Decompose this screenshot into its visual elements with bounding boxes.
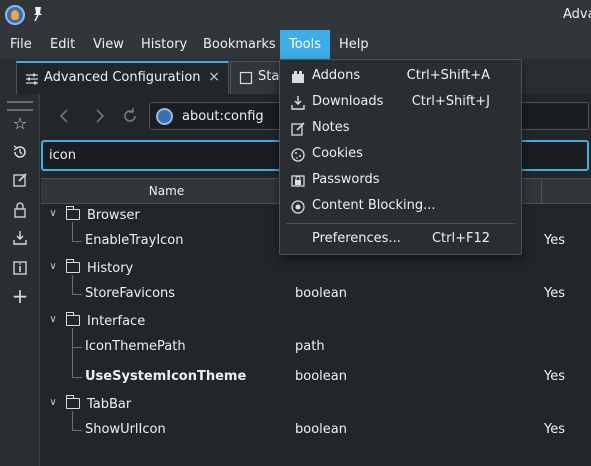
menu-item-label: Downloads [312,94,384,109]
menu-item-label: Content Blocking... [312,198,436,213]
menu-item-notes[interactable]: Notes [280,116,521,142]
drag-handle[interactable] [7,101,33,111]
menu-item-label: Addons [312,68,361,83]
folder-icon [65,395,80,409]
row-type: boolean [295,422,347,437]
folder-icon [65,259,80,273]
menu-item-addons[interactable]: Addons Ctrl+Shift+A [280,64,521,90]
menu-item-content-blocking[interactable]: Content Blocking... [280,194,521,220]
menu-item-label: Passwords [312,172,380,187]
menu-bar: File Edit View History Bookmarks Tools H… [0,30,591,59]
menu-item-shortcut: Ctrl+Shift+J [411,94,490,109]
search-value: icon [49,148,76,163]
info-icon[interactable] [11,259,29,277]
url-text: about:config [182,109,264,124]
page-icon [239,71,253,85]
menu-file[interactable]: File [1,30,41,59]
folder-icon [65,206,80,220]
row-name: Browser [87,208,140,223]
pin-icon[interactable] [31,6,45,22]
row-name: History [87,261,134,276]
row-value: Yes [544,422,565,437]
cookies-icon [291,148,305,162]
back-arrow-icon[interactable] [55,106,75,126]
falkon-logo-icon [5,5,25,25]
menu-item-passwords[interactable]: Passwords [280,168,521,194]
tree-row-showurlicon[interactable]: ShowUrlIcon boolean Yes [41,418,591,444]
tree-row-history[interactable]: ∨ History [41,257,591,283]
window-title: Adva [563,7,591,22]
menu-item-shortcut: Ctrl+F12 [431,231,490,246]
menu-item-cookies[interactable]: Cookies [280,142,521,168]
addons-icon [292,71,304,83]
menu-item-preferences[interactable]: Preferences... Ctrl+F12 [280,227,521,253]
row-value: Yes [544,369,565,384]
column-divider [541,179,542,203]
folder-icon [65,312,80,326]
history-icon[interactable] [11,143,29,161]
menu-bookmarks[interactable]: Bookmarks [194,30,285,59]
row-name: ShowUrlIcon [85,422,166,437]
menu-edit[interactable]: Edit [41,30,84,59]
row-name: UseSystemIconTheme [85,369,247,384]
row-name: TabBar [87,397,132,412]
chevron-down-icon[interactable]: ∨ [47,208,59,220]
notes-edit-icon[interactable] [11,171,29,189]
tab-label: Advanced Configuration [44,70,201,85]
menu-help[interactable]: Help [330,30,378,59]
reload-icon[interactable] [120,106,140,126]
tree-row-usesystemicontheme[interactable]: UseSystemIconTheme boolean Yes [41,365,591,391]
chevron-down-icon[interactable]: ∨ [47,314,59,326]
settings-sliders-icon [26,73,38,85]
bookmarks-star-icon[interactable]: ☆ [11,115,29,133]
close-tab-icon[interactable]: × [208,69,220,85]
add-icon[interactable]: + [11,286,29,306]
row-type: boolean [295,286,347,301]
notes-icon [291,122,305,136]
menu-view[interactable]: View [84,30,133,59]
downloads-icon [291,96,305,110]
tree-row-interface[interactable]: ∨ Interface [41,310,591,336]
menu-item-shortcut: Ctrl+Shift+A [406,68,490,83]
row-value: Yes [544,286,565,301]
passwords-icon [291,175,305,187]
chevron-down-icon[interactable]: ∨ [47,397,59,409]
tab-advanced-configuration[interactable]: Advanced Configuration × [16,61,229,94]
tree-row-iconthemepath[interactable]: IconThemePath path [41,335,591,361]
side-toolbar: ☆ + [0,94,40,466]
tree-row-storefavicons[interactable]: StoreFavicons boolean Yes [41,282,591,308]
menu-item-downloads[interactable]: Downloads Ctrl+Shift+J [280,90,521,116]
menu-separator [286,223,515,224]
menu-tools[interactable]: Tools [280,30,331,59]
shield-icon [291,200,305,214]
title-bar: Adva [0,0,591,30]
menu-item-label: Preferences... [312,231,401,246]
row-type: path [295,339,325,354]
site-icon [156,108,173,125]
menu-item-label: Cookies [312,146,363,161]
menu-history[interactable]: History [132,30,196,59]
downloads-icon[interactable] [11,229,29,247]
row-name: Interface [87,314,146,329]
chevron-down-icon[interactable]: ∨ [47,261,59,273]
menu-item-label: Notes [312,120,350,135]
row-name: EnableTrayIcon [85,233,184,248]
row-name: StoreFavicons [85,286,176,301]
row-type: boolean [295,369,347,384]
tools-menu: Addons Ctrl+Shift+A Downloads Ctrl+Shift… [279,59,522,255]
forward-arrow-icon[interactable] [89,106,109,126]
column-header-name[interactable]: Name [41,179,293,203]
tree-row-tabbar[interactable]: ∨ TabBar [41,393,591,419]
lock-icon[interactable] [11,201,29,219]
row-value: Yes [544,233,565,248]
row-name: IconThemePath [85,339,186,354]
